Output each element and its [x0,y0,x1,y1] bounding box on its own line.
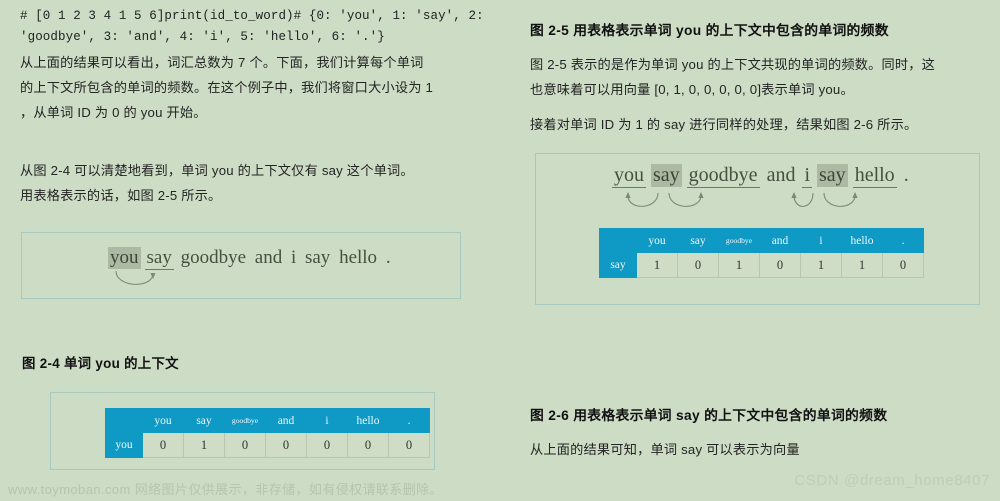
sentence-word-say-1: say [144,247,174,270]
table-col-period: . [388,408,430,433]
sentence-word-and: and [254,247,283,268]
table2-col-hello: hello [841,228,883,253]
table-cell-you: 0 [142,432,184,458]
table2-col-i: i [800,228,842,253]
right-paragraph-3-line-1: 从上面的结果可知，单词 say 可以表示为向量 [530,442,800,457]
sentence2-word-i: i [802,164,813,188]
table-col-say: say [183,408,225,433]
table2-col-period: . [882,228,924,253]
table-row: you 0 1 0 0 0 0 0 [105,432,430,458]
table-row-label: you [105,432,143,458]
table2-cell-say: 0 [677,252,719,278]
document-page: # [0 1 2 3 4 1 5 6]print(id_to_word)# {0… [0,0,1000,501]
table2-col-goodbye: goodbye [718,228,760,253]
table2-cell-hello: 1 [841,252,883,278]
figure-2-4-sentence: you say goodbye and i say hello . [108,247,393,270]
paragraph-1-line-3: ，从单词 ID 为 0 的 you 开始。 [20,105,207,120]
table2-cell-goodbye: 1 [718,252,760,278]
table-header-row: you say goodbye and i hello . [599,228,924,253]
table2-cell-and: 0 [759,252,801,278]
context-arrow-group-2 [625,192,858,207]
table-cell-period: 0 [388,432,430,458]
table2-col-you: you [636,228,678,253]
sentence-word-i: i [290,247,297,268]
paragraph-1-line-1: 从上面的结果可以看出，词汇总数为 7 个。下面，我们计算每个单词 [20,55,424,70]
table2-col-and: and [759,228,801,253]
right-paragraph-2-line-1: 接着对单词 ID 为 1 的 say 进行同样的处理，结果如图 2-6 所示。 [530,117,918,132]
figure-2-4-frame: you say goodbye and i say hello . [21,232,461,299]
table-col-hello: hello [347,408,389,433]
paragraph-1-line-2: 的上下文所包含的单词的频数。在这个例子中，我们将窗口大小设为 1 [20,80,434,95]
frequency-table-you: you say goodbye and i hello . you 0 1 0 [105,408,430,458]
caption-figure-2-6: 图 2-6 用表格表示单词 say 的上下文中包含的单词的频数 [530,408,888,423]
sentence-word-say-2: say [304,247,331,268]
table2-cell-period: 0 [882,252,924,278]
table2-cell-you: 1 [636,252,678,278]
watermark-toymoban: www.toymoban.com 网络图片仅供展示，非存储，如有侵权请联系删除。 [8,482,443,497]
table-header-row: you say goodbye and i hello . [105,408,430,433]
table-cell-goodbye: 0 [224,432,266,458]
sentence-word-hello: hello [339,247,378,268]
table-col-and: and [265,408,307,433]
sentence2-word-goodbye: goodbye [686,164,760,188]
sentence2-word-say-1: say [651,164,682,187]
table-col-you: you [142,408,184,433]
right-column: 图 2-5 用表格表示单词 you 的上下文中包含的单词的频数 图 2-5 表示… [508,0,988,501]
table2-cell-i: 1 [800,252,842,278]
left-column: # [0 1 2 3 4 1 5 6]print(id_to_word)# {0… [8,0,488,501]
sentence2-word-say-2: say [817,164,848,187]
table-cell-hello: 0 [347,432,389,458]
paragraph-2-line-2: 用表格表示的话，如图 2-5 所示。 [20,188,222,203]
table-corner-cell [105,408,143,433]
sentence2-word-period: . [903,164,909,186]
sentence-word-goodbye: goodbye [180,247,247,268]
figure-2-6-sentence: you say goodbye and i say hello . [612,164,911,188]
sentence2-word-you: you [612,164,646,188]
sentence-word-you: you [108,247,141,269]
table-col-i: i [306,408,348,433]
caption-figure-2-5: 图 2-5 用表格表示单词 you 的上下文中包含的单词的频数 [530,23,889,38]
code-line-1: # [0 1 2 3 4 1 5 6]print(id_to_word)# {0… [20,9,484,23]
frequency-table-say: you say goodbye and i hello . say 1 0 1 [599,228,924,278]
right-paragraph-1-line-1: 图 2-5 表示的是作为单词 you 的上下文共现的单词的频数。同时，这 [530,57,936,72]
sentence2-word-and: and [766,164,796,186]
right-paragraph-1-line-2: 也意味着可以用向量 [0, 1, 0, 0, 0, 0, 0]表示单词 you。 [530,82,854,97]
paragraph-2-line-1: 从图 2-4 可以清楚地看到，单词 you 的上下文仅有 say 这个单词。 [20,163,414,178]
figure-2-6-frame: you say goodbye and i say hello . you sa… [535,153,980,305]
figure-2-5-frame: you say goodbye and i hello . you 0 1 0 [50,392,435,470]
table2-col-say: say [677,228,719,253]
context-arrow-group [115,270,156,285]
sentence2-word-hello: hello [852,164,897,188]
code-line-2: 'goodbye', 3: 'and', 4: 'i', 5: 'hello',… [20,30,385,44]
watermark-csdn: CSDN @dream_home8407 [794,472,990,489]
sentence-word-period: . [385,247,391,268]
table-col-goodbye: goodbye [224,408,266,433]
table-cell-say: 1 [183,432,225,458]
table2-corner-cell [599,228,637,253]
caption-figure-2-4: 图 2-4 单词 you 的上下文 [22,356,179,371]
table-cell-i: 0 [306,432,348,458]
table-row: say 1 0 1 0 1 1 0 [599,252,924,278]
table2-row-label: say [599,252,637,278]
table-cell-and: 0 [265,432,307,458]
